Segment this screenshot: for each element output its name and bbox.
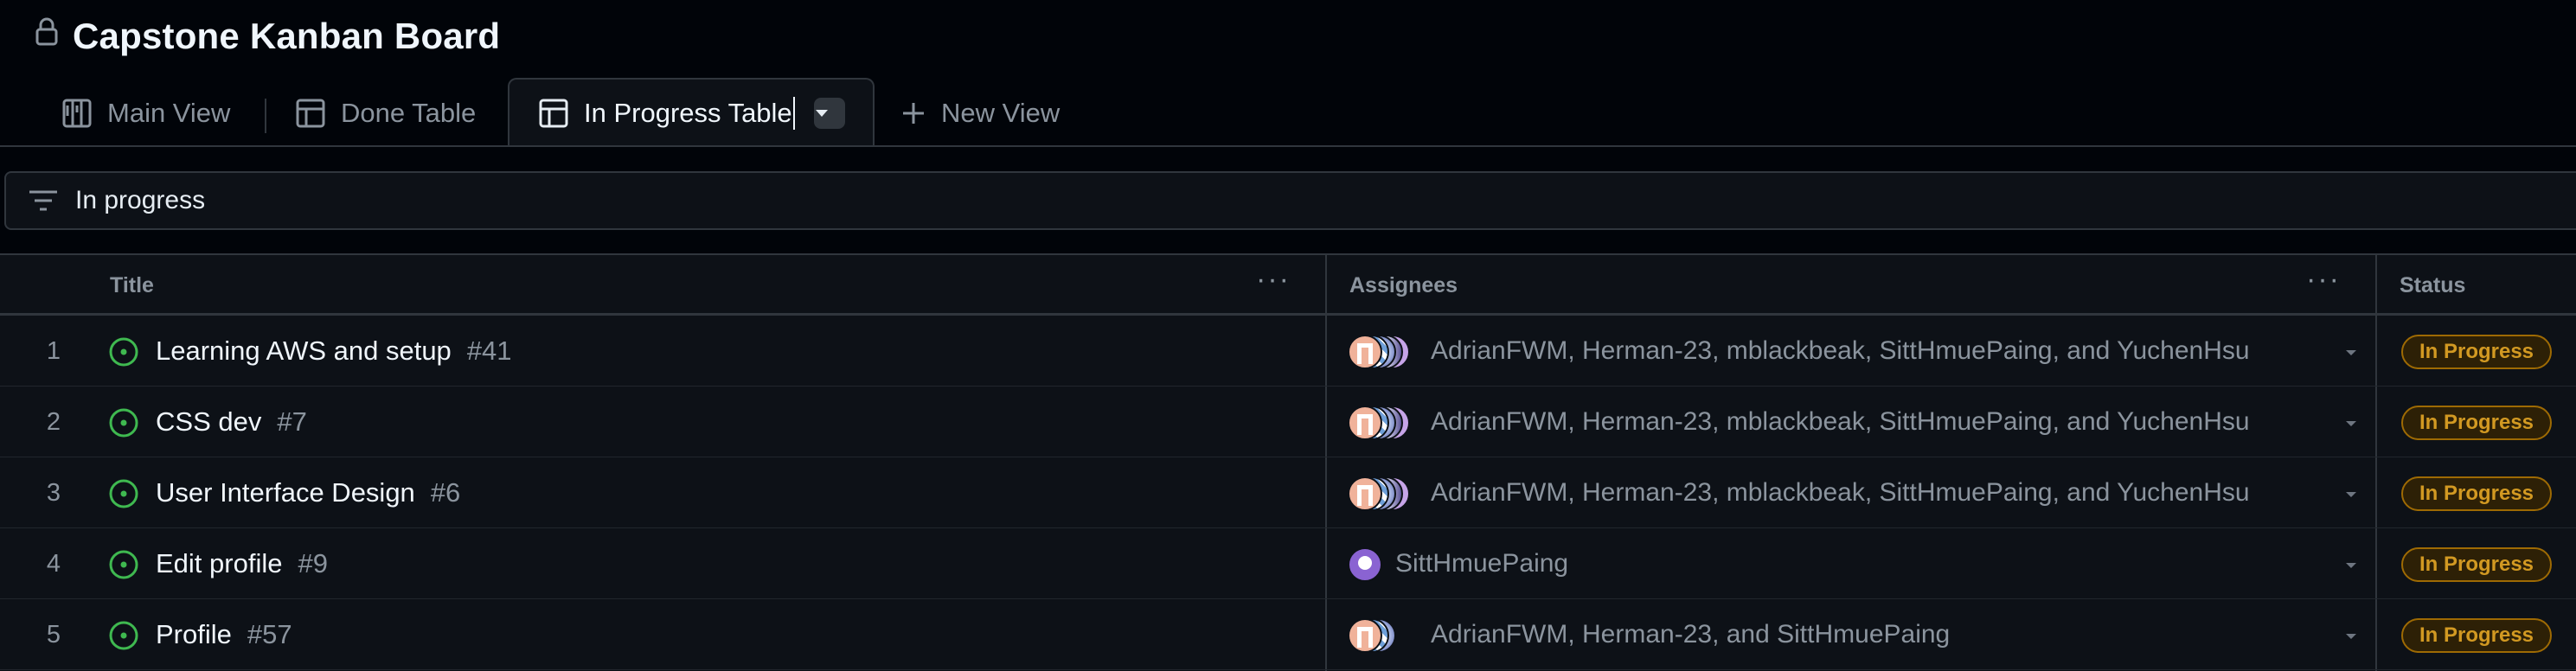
project-header: Capstone Kanban Board Main View Done Tab… <box>0 0 2576 147</box>
table-row[interactable]: 1 Learning AWS and setup #41 AdrianFWM, … <box>0 316 2576 387</box>
issue-opened-icon <box>108 549 139 580</box>
table-icon <box>539 99 568 128</box>
issue-title-link[interactable]: User Interface Design #6 <box>156 457 460 528</box>
tab-label: Main View <box>107 98 231 128</box>
filter-input[interactable]: In progress <box>75 186 205 215</box>
issue-opened-icon <box>108 478 139 509</box>
column-options-icon[interactable]: ··· <box>2306 265 2341 294</box>
board-icon <box>62 99 92 128</box>
issue-title[interactable]: CSS dev <box>156 406 261 438</box>
issue-number: #9 <box>298 548 328 578</box>
issue-number: #6 <box>430 477 461 508</box>
chevron-down-icon[interactable] <box>2344 490 2358 499</box>
table-header: Title ··· Assignees ··· Status <box>0 255 2576 316</box>
filter-icon <box>29 189 58 212</box>
issue-title[interactable]: Learning AWS and setup <box>156 336 452 367</box>
status-badge[interactable]: In Progress <box>2401 406 2552 440</box>
chevron-down-icon[interactable] <box>2344 561 2358 570</box>
row-number: 3 <box>46 479 61 507</box>
project-title: Capstone Kanban Board <box>73 16 501 56</box>
issue-opened-icon <box>108 407 139 438</box>
new-view-button[interactable]: New View <box>901 80 1060 147</box>
row-number: 5 <box>46 621 61 649</box>
issue-opened-icon <box>108 336 139 367</box>
column-header-title[interactable]: Title <box>110 255 154 316</box>
avatar <box>1348 618 1382 653</box>
tab-label: Done Table <box>341 98 477 128</box>
column-header-status[interactable]: Status <box>2400 255 2465 316</box>
chevron-down-icon[interactable] <box>2344 632 2358 641</box>
row-number: 4 <box>46 550 61 578</box>
status-badge[interactable]: In Progress <box>2401 547 2552 582</box>
plus-icon <box>901 101 926 125</box>
row-number: 1 <box>46 337 61 365</box>
issues-table: Title ··· Assignees ··· Status 1 Learnin… <box>0 253 2576 671</box>
status-badge[interactable]: In Progress <box>2401 476 2552 511</box>
lock-icon <box>35 17 59 47</box>
issue-title-link[interactable]: Learning AWS and setup #41 <box>156 316 512 387</box>
issue-title-link[interactable]: Profile #57 <box>156 599 292 670</box>
issue-title-link[interactable]: Edit profile #9 <box>156 528 328 599</box>
chevron-down-icon[interactable] <box>2344 348 2358 357</box>
filter-bar[interactable]: In progress <box>4 171 2576 230</box>
tab-in-progress-table[interactable]: In Progress Table <box>508 78 875 147</box>
issue-opened-icon <box>108 620 139 651</box>
assignees-text[interactable]: SittHmuePaing <box>1395 528 1568 599</box>
assignees-text[interactable]: AdrianFWM, Herman-23, and SittHmuePaing <box>1431 599 1950 670</box>
avatar <box>1348 476 1382 511</box>
status-badge[interactable]: In Progress <box>2401 335 2552 369</box>
avatar <box>1348 335 1382 369</box>
issue-number: #7 <box>277 406 307 437</box>
table-row[interactable]: 2 CSS dev #7 AdrianFWM, Herman-23, mblac… <box>0 387 2576 457</box>
new-view-label: New View <box>941 98 1061 128</box>
tab-done-table[interactable]: Done Table <box>296 80 476 147</box>
column-options-icon[interactable]: ··· <box>1256 265 1291 294</box>
text-cursor <box>792 97 795 130</box>
tab-options-button[interactable] <box>814 98 845 129</box>
table-row[interactable]: 3 User Interface Design #6 AdrianFWM, He… <box>0 457 2576 528</box>
row-number: 2 <box>46 408 61 436</box>
column-header-assignees[interactable]: Assignees <box>1349 255 1458 316</box>
avatar <box>1348 406 1382 440</box>
issue-number: #57 <box>247 619 292 649</box>
tab-label-input[interactable]: In Progress Table <box>584 98 792 129</box>
header-divider <box>0 145 2576 147</box>
chevron-down-icon[interactable] <box>2344 419 2358 428</box>
table-row[interactable]: 4 Edit profile #9 SittHmuePaing In Progr… <box>0 528 2576 599</box>
assignees-text[interactable]: AdrianFWM, Herman-23, mblackbeak, SittHm… <box>1431 316 2250 387</box>
status-badge[interactable]: In Progress <box>2401 618 2552 653</box>
issue-title[interactable]: Edit profile <box>156 548 282 579</box>
triangle-down-icon <box>815 109 829 118</box>
issue-number: #41 <box>466 336 512 366</box>
issue-title[interactable]: User Interface Design <box>156 477 415 508</box>
table-icon <box>296 99 325 128</box>
tab-divider <box>265 99 266 133</box>
tab-main-view[interactable]: Main View <box>62 80 230 147</box>
table-row[interactable]: 5 Profile #57 AdrianFWM, Herman-23, and … <box>0 599 2576 670</box>
assignees-text[interactable]: AdrianFWM, Herman-23, mblackbeak, SittHm… <box>1431 457 2250 528</box>
avatar <box>1348 547 1382 582</box>
issue-title[interactable]: Profile <box>156 619 232 650</box>
assignees-text[interactable]: AdrianFWM, Herman-23, mblackbeak, SittHm… <box>1431 387 2250 457</box>
issue-title-link[interactable]: CSS dev #7 <box>156 387 307 457</box>
